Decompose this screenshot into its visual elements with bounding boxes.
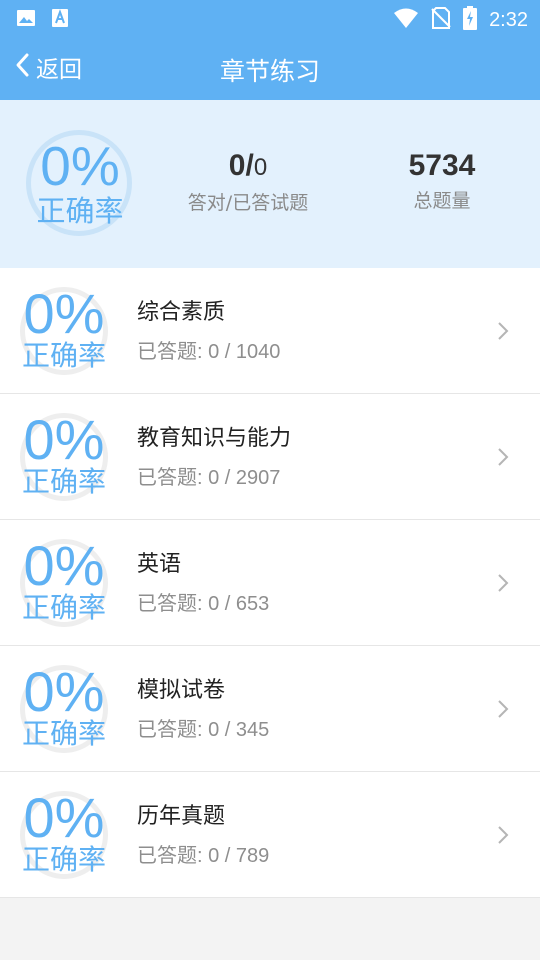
chapter-accuracy-label: 正确率: [21, 591, 106, 624]
chapter-item-mock-exam[interactable]: 0% 正确率 模拟试卷 已答题: 0 / 345: [0, 646, 540, 772]
total-questions-stat: 5734 总题量: [372, 146, 512, 216]
correct-answered-stat: 0/0 答对/已答试题: [168, 146, 328, 218]
font-icon: [50, 8, 70, 32]
wifi-icon: [393, 7, 419, 33]
chapter-accuracy-label: 正确率: [21, 339, 106, 372]
chapter-accuracy-label: 正确率: [21, 717, 106, 750]
chevron-right-icon: [496, 572, 510, 598]
status-bar: 2:32: [0, 0, 540, 36]
summary-panel: 0% 正确率 0/0 答对/已答试题 5734 总题量: [0, 100, 540, 268]
correct-count: 0/: [228, 149, 254, 182]
chapter-item-education[interactable]: 0% 正确率 教育知识与能力 已答题: 0 / 2907: [0, 394, 540, 520]
chapter-name: 综合素质: [137, 300, 226, 325]
chapter-accuracy-value: 0%: [23, 786, 105, 849]
image-icon: [16, 8, 36, 32]
chevron-right-icon: [496, 824, 510, 850]
chapter-name: 教育知识与能力: [137, 426, 292, 451]
chapter-name: 历年真题: [137, 804, 226, 829]
chapter-progress: 已答题: 0 / 1040: [137, 341, 281, 363]
title-bar: 返回 章节练习: [0, 36, 540, 100]
total-label: 总题量: [413, 190, 471, 212]
chevron-right-icon: [496, 446, 510, 472]
chapter-progress: 已答题: 0 / 2907: [137, 467, 281, 489]
status-time: 2:32: [489, 8, 528, 31]
chapter-name: 英语: [137, 552, 182, 577]
chapter-progress: 已答题: 0 / 345: [137, 719, 270, 741]
chapter-progress: 已答题: 0 / 653: [137, 593, 270, 615]
chapter-accuracy-value: 0%: [23, 408, 105, 471]
chapter-item-comprehensive[interactable]: 0% 正确率 综合素质 已答题: 0 / 1040: [0, 268, 540, 394]
correct-answered-label: 答对/已答试题: [187, 192, 309, 214]
overall-accuracy-label: 正确率: [36, 194, 124, 228]
chapter-accuracy-label: 正确率: [21, 843, 106, 876]
answered-count: 0: [253, 154, 268, 181]
chapter-accuracy-value: 0%: [23, 660, 105, 723]
chapter-accuracy-label: 正确率: [21, 465, 106, 498]
chapter-list: 0% 正确率 综合素质 已答题: 0 / 1040 0% 正确率 教育知识与能力…: [0, 268, 540, 898]
battery-charging-icon: [463, 6, 478, 34]
chapter-name: 模拟试卷: [137, 678, 226, 703]
no-sim-icon: [431, 7, 451, 33]
chapter-item-past-exams[interactable]: 0% 正确率 历年真题 已答题: 0 / 789: [0, 772, 540, 898]
chapter-item-english[interactable]: 0% 正确率 英语 已答题: 0 / 653: [0, 520, 540, 646]
page-title: 章节练习: [219, 57, 320, 86]
chapter-progress: 已答题: 0 / 789: [137, 845, 270, 867]
overall-accuracy-value: 0%: [40, 135, 120, 197]
chevron-right-icon: [496, 320, 510, 346]
chapter-accuracy-value: 0%: [23, 534, 105, 597]
chevron-right-icon: [496, 698, 510, 724]
chapter-accuracy-value: 0%: [23, 282, 105, 345]
total-count: 5734: [408, 149, 476, 182]
